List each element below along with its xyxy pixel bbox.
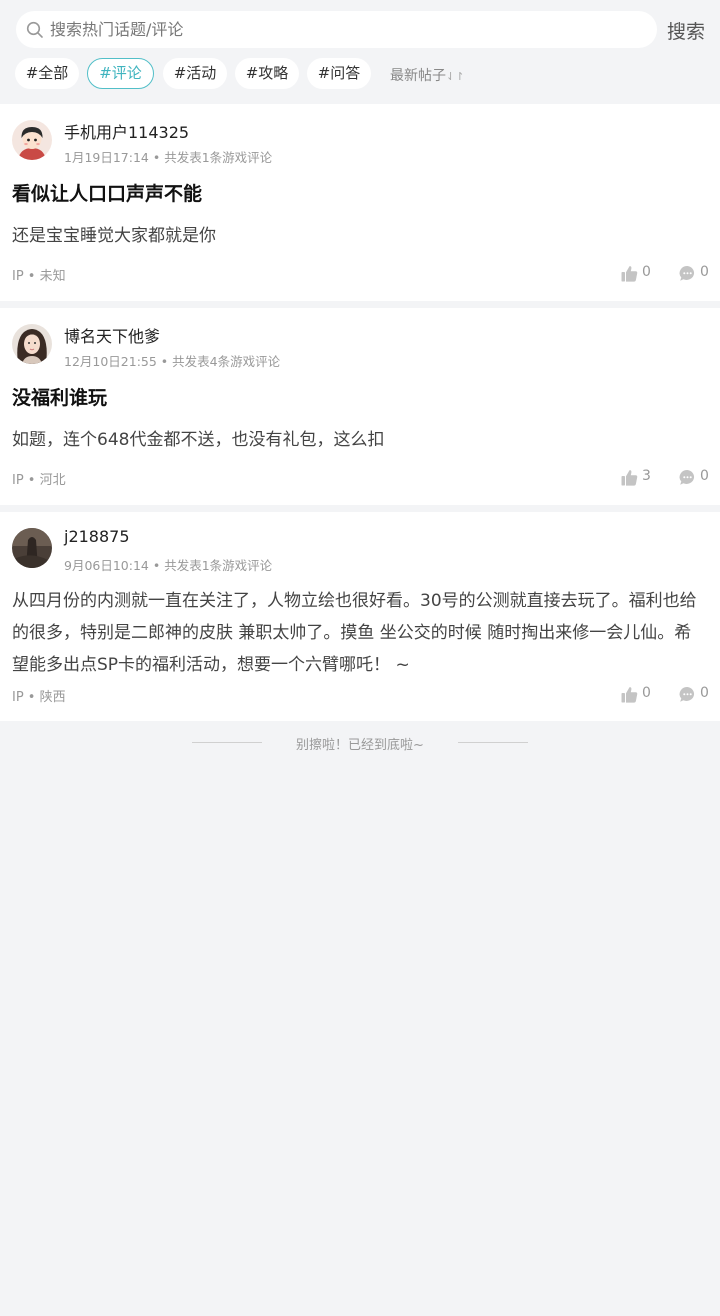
thumbs-up-icon bbox=[621, 266, 638, 282]
comment-bubble-icon bbox=[679, 686, 695, 702]
end-of-list: 别擦啦！已经到底啦~ bbox=[0, 721, 720, 765]
post-meta: 1月19日17:14 • 共发表1条游戏评论 bbox=[64, 150, 273, 165]
like-count: 0 bbox=[642, 685, 651, 701]
divider bbox=[458, 742, 528, 743]
comment-bubble-icon bbox=[679, 469, 695, 485]
tab-guides[interactable]: #攻略 bbox=[235, 58, 299, 89]
username[interactable]: j218875 bbox=[64, 527, 130, 546]
post-card[interactable]: 手机用户114325 1月19日17:14 • 共发表1条游戏评论 看似让人口口… bbox=[0, 104, 720, 301]
search-input[interactable] bbox=[50, 11, 630, 48]
post-body: 从四月份的内测就一直在关注了，人物立绘也很好看。30号的公测就直接去玩了。福利也… bbox=[12, 591, 697, 675]
search-box[interactable] bbox=[16, 11, 657, 48]
thumbs-up-icon bbox=[621, 687, 638, 703]
top-bar: 搜索 #全部 #评论 #活动 #攻略 #问答 最新帖子⇃↾ bbox=[0, 0, 720, 104]
search-icon bbox=[26, 21, 43, 38]
sort-dropdown[interactable]: 最新帖子⇃↾ bbox=[390, 65, 464, 85]
post-title: 看似让人口口声声不能 bbox=[12, 183, 203, 205]
photo-avatar-icon bbox=[12, 528, 52, 568]
avatar[interactable] bbox=[12, 120, 52, 160]
post-body: 如题，连个648代金都不送，也没有礼包，这么扣 bbox=[12, 430, 385, 450]
ip-location: IP • 河北 bbox=[12, 473, 66, 488]
ip-location: IP • 未知 bbox=[12, 269, 66, 284]
ip-location: IP • 陕西 bbox=[12, 690, 66, 705]
tab-all[interactable]: #全部 bbox=[15, 58, 79, 89]
username[interactable]: 博名天下他爹 bbox=[64, 323, 160, 347]
tab-qa[interactable]: #问答 bbox=[307, 58, 371, 89]
comment-bubble-icon bbox=[679, 265, 695, 281]
tab-reviews[interactable]: #评论 bbox=[87, 58, 154, 89]
comment-count: 0 bbox=[700, 468, 709, 484]
photo-avatar-icon bbox=[12, 324, 52, 364]
post-card[interactable]: j218875 9月06日10:14 • 共发表1条游戏评论 从四月份的内测就一… bbox=[0, 512, 720, 721]
comment-count: 0 bbox=[700, 264, 709, 280]
post-meta: 12月10日21:55 • 共发表4条游戏评论 bbox=[64, 354, 281, 369]
post-title: 没福利谁玩 bbox=[12, 387, 108, 409]
post-body: 还是宝宝睡觉大家都就是你 bbox=[12, 226, 216, 246]
sort-arrows-icon: ⇃↾ bbox=[446, 70, 465, 83]
username[interactable]: 手机用户114325 bbox=[64, 119, 189, 143]
post-card[interactable]: 博名天下他爹 12月10日21:55 • 共发表4条游戏评论 没福利谁玩 如题，… bbox=[0, 308, 720, 505]
avatar[interactable] bbox=[12, 324, 52, 364]
like-count: 0 bbox=[642, 264, 651, 280]
comment-count: 0 bbox=[700, 685, 709, 701]
avatar[interactable] bbox=[12, 528, 52, 568]
tab-events[interactable]: #活动 bbox=[163, 58, 227, 89]
thumbs-up-icon bbox=[621, 470, 638, 486]
search-button[interactable]: 搜索 bbox=[667, 17, 705, 44]
sort-label: 最新帖子 bbox=[390, 68, 446, 84]
post-meta: 9月06日10:14 • 共发表1条游戏评论 bbox=[64, 558, 273, 573]
end-of-list-text: 别擦啦！已经到底啦~ bbox=[296, 738, 424, 753]
like-count: 3 bbox=[642, 468, 651, 484]
cartoon-avatar-icon bbox=[12, 120, 52, 160]
